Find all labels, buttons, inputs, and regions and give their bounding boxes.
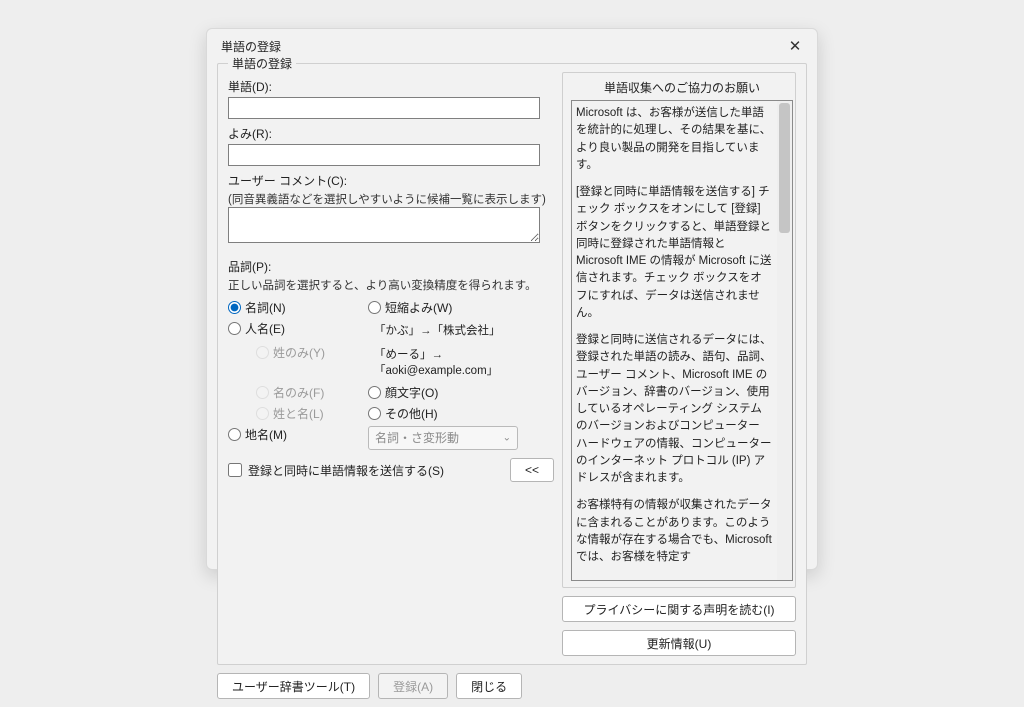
collapse-button[interactable]: <<	[510, 458, 554, 482]
word-input[interactable]	[228, 97, 540, 119]
info-scroll: Microsoft は、お客様が送信した単語を統計的に処理し、その結果を基に、よ…	[571, 100, 793, 581]
close-icon[interactable]: ✕	[781, 35, 809, 57]
info-p2: [登録と同時に単語情報を送信する] チェック ボックスをオンにして [登録] ボ…	[576, 184, 773, 322]
register-button[interactable]: 登録(A)	[378, 673, 448, 699]
radio-noun-input[interactable]	[228, 301, 241, 314]
yomi-input[interactable]	[228, 144, 540, 166]
radio-sei-mei-input	[256, 407, 269, 420]
dialog-body: 単語の登録 単語(D): よみ(R): ユーザー コメント(C): (同音異義語…	[207, 61, 817, 707]
radio-sei-mei-label: 姓と名(L)	[273, 405, 324, 422]
radio-mei-only-label: 名のみ(F)	[273, 384, 324, 401]
radio-place-label: 地名(M)	[245, 426, 287, 443]
short-example-1: 「かぶ」→「株式会社」	[374, 322, 548, 338]
radio-sei-only[interactable]: 姓のみ(Y)	[256, 344, 368, 361]
titlebar: 単語の登録 ✕	[207, 29, 817, 61]
radio-noun[interactable]: 名詞(N)	[228, 299, 368, 316]
yomi-label: よみ(R):	[228, 125, 554, 142]
radio-short-label: 短縮よみ(W)	[385, 299, 452, 316]
radio-short[interactable]: 短縮よみ(W)	[368, 299, 548, 316]
radio-sei-only-input	[256, 346, 269, 359]
radio-other-label: その他(H)	[385, 405, 438, 422]
bottom-row: ユーザー辞書ツール(T) 登録(A) 閉じる	[217, 673, 807, 699]
pos-select-placeholder: 名詞・さ変形動	[375, 431, 459, 445]
info-text: Microsoft は、お客様が送信した単語を統計的に処理し、その結果を基に、よ…	[572, 101, 777, 580]
main-group: 単語の登録 単語(D): よみ(R): ユーザー コメント(C): (同音異義語…	[217, 63, 807, 665]
short-example-2: 「めーる」→「aoki@example.com」	[374, 346, 548, 378]
word-registration-dialog: 単語の登録 ✕ 単語の登録 単語(D): よみ(R): ユーザー コメント(C)…	[206, 28, 818, 570]
send-label: 登録と同時に単語情報を送信する(S)	[248, 462, 444, 479]
radio-place[interactable]: 地名(M)	[228, 426, 368, 443]
comment-hint: (同音異義語などを選択しやすいように候補一覧に表示します)	[228, 191, 554, 207]
info-title: 単語収集へのご協力のお願い	[571, 79, 793, 96]
radio-other[interactable]: その他(H)	[368, 405, 548, 422]
pos-label: 品詞(P):	[228, 258, 554, 275]
radio-person-input[interactable]	[228, 322, 241, 335]
left-pane: 単語(D): よみ(R): ユーザー コメント(C): (同音異義語などを選択し…	[228, 72, 554, 656]
radio-sei-mei[interactable]: 姓と名(L)	[256, 405, 368, 422]
group-legend: 単語の登録	[228, 55, 296, 72]
radio-person-label: 人名(E)	[245, 320, 285, 337]
radio-person[interactable]: 人名(E)	[228, 320, 368, 337]
info-p1: Microsoft は、お客様が送信した単語を統計的に処理し、その結果を基に、よ…	[576, 105, 773, 174]
close-button[interactable]: 閉じる	[456, 673, 522, 699]
privacy-button[interactable]: プライバシーに関する声明を読む(I)	[562, 596, 796, 622]
right-pane: 単語収集へのご協力のお願い Microsoft は、お客様が送信した単語を統計的…	[562, 72, 796, 656]
comment-label: ユーザー コメント(C):	[228, 172, 554, 189]
user-dict-tool-button[interactable]: ユーザー辞書ツール(T)	[217, 673, 370, 699]
info-frame: 単語収集へのご協力のお願い Microsoft は、お客様が送信した単語を統計的…	[562, 72, 796, 588]
pos-select[interactable]: 名詞・さ変形動 ⌄	[368, 426, 518, 450]
radio-other-input[interactable]	[368, 407, 381, 420]
radio-emoji-input[interactable]	[368, 386, 381, 399]
scrollbar[interactable]	[777, 101, 792, 580]
radio-mei-only[interactable]: 名のみ(F)	[256, 384, 368, 401]
radio-short-input[interactable]	[368, 301, 381, 314]
info-p4: お客様特有の情報が収集されたデータに含まれることがあります。このような情報が存在…	[576, 497, 773, 566]
radio-place-input[interactable]	[228, 428, 241, 441]
radio-emoji[interactable]: 顔文字(O)	[368, 384, 548, 401]
info-p3: 登録と同時に送信されるデータには、登録された単語の読み、語句、品詞、ユーザー コ…	[576, 332, 773, 487]
pos-hint: 正しい品詞を選択すると、より高い変換精度を得られます。	[228, 277, 554, 293]
radio-noun-label: 名詞(N)	[245, 299, 286, 316]
dialog-title: 単語の登録	[221, 38, 281, 55]
chevron-down-icon: ⌄	[503, 433, 511, 444]
update-info-button[interactable]: 更新情報(U)	[562, 630, 796, 656]
radio-emoji-label: 顔文字(O)	[385, 384, 438, 401]
radio-mei-only-input	[256, 386, 269, 399]
comment-input[interactable]	[228, 207, 540, 243]
radio-sei-only-label: 姓のみ(Y)	[273, 344, 325, 361]
word-label: 単語(D):	[228, 78, 554, 95]
scrollbar-thumb[interactable]	[779, 103, 790, 233]
send-checkbox[interactable]	[228, 463, 242, 477]
